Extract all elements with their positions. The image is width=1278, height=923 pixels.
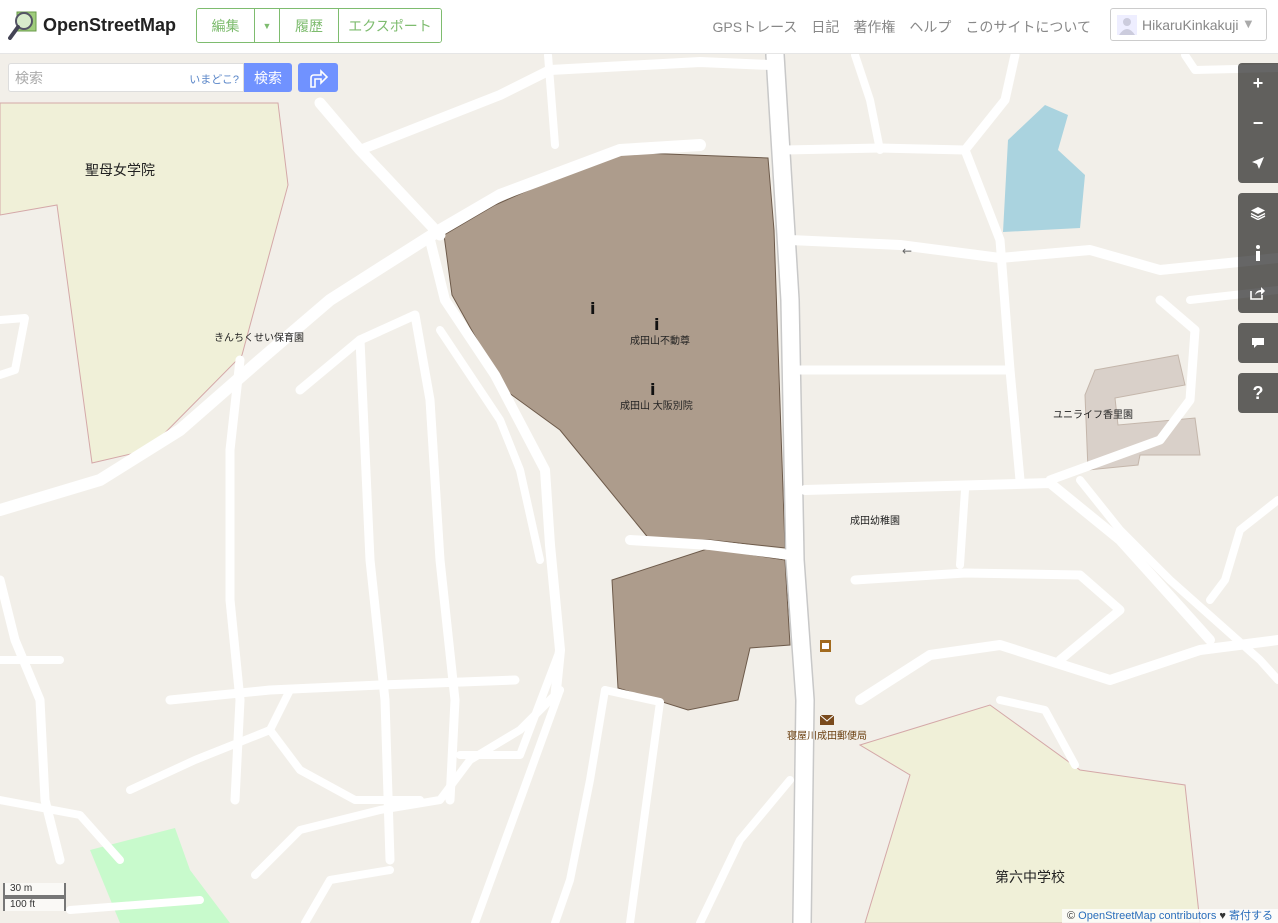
site-name: OpenStreetMap xyxy=(43,14,177,35)
copyright-symbol: © xyxy=(1066,910,1076,922)
layer-controls xyxy=(1238,193,1278,313)
label-kindergarten: 成田幼稚園 xyxy=(850,514,900,527)
label-school1: 聖母女学院 xyxy=(85,162,155,178)
share-button[interactable] xyxy=(1238,273,1278,313)
chevron-down-icon: ▼ xyxy=(1244,19,1253,30)
scale-imperial: 100 ft xyxy=(3,897,66,911)
layers-button[interactable] xyxy=(1238,193,1278,233)
magnifier-logo-icon xyxy=(8,11,37,40)
map-canvas[interactable]: ← i i i 聖母女学院 きんちくせい保育園 成田山不動尊 成田山 大阪別院 … xyxy=(0,0,1278,923)
search-box: いまどこ? xyxy=(8,63,244,92)
nav-help[interactable]: ヘルプ xyxy=(909,17,951,37)
info-icon: i xyxy=(650,380,655,399)
zoom-out-button[interactable]: − xyxy=(1238,103,1278,143)
map-key-button[interactable] xyxy=(1238,233,1278,273)
edit-button-group: 編集 ▼ 履歴 エクスポート xyxy=(196,8,442,43)
chevron-down-icon: ▼ xyxy=(262,20,272,31)
info-icon xyxy=(1256,245,1260,261)
location-arrow-icon xyxy=(1252,157,1264,169)
nav-copyright[interactable]: 著作権 xyxy=(853,17,895,37)
share-icon xyxy=(1250,287,1265,300)
header-bar: OpenStreetMap 編集 ▼ 履歴 エクスポート GPSトレース 日記 … xyxy=(0,0,1278,54)
avatar-icon xyxy=(1117,14,1137,35)
nav-diaries[interactable]: 日記 xyxy=(811,17,839,37)
label-temple2: 成田山 大阪別院 xyxy=(620,399,693,412)
label-school2: 第六中学校 xyxy=(995,869,1065,885)
username: HikaruKinkakuji xyxy=(1142,16,1239,33)
attribution: © OpenStreetMap contributors ♥ 寄付する xyxy=(1061,909,1278,923)
locate-button[interactable] xyxy=(1238,143,1278,183)
one-way-arrow: ← xyxy=(902,244,912,258)
edit-dropdown-button[interactable]: ▼ xyxy=(255,9,280,42)
zoom-controls: + − xyxy=(1238,63,1278,183)
edit-button[interactable]: 編集 xyxy=(197,9,255,42)
donate-link[interactable]: 寄付する xyxy=(1229,910,1273,922)
help-button[interactable]: ? xyxy=(1238,373,1278,413)
directions-button[interactable] xyxy=(298,63,338,92)
add-note-button[interactable] xyxy=(1238,323,1278,363)
export-button[interactable]: エクスポート xyxy=(339,9,441,42)
top-nav: GPSトレース 日記 著作権 ヘルプ このサイトについて xyxy=(713,17,1091,37)
nav-gps-traces[interactable]: GPSトレース xyxy=(713,17,798,37)
where-am-i-link[interactable]: いまどこ? xyxy=(189,71,239,87)
label-post-office: 寝屋川成田郵便局 xyxy=(787,729,867,742)
nav-about[interactable]: このサイトについて xyxy=(965,17,1091,37)
search-input[interactable] xyxy=(13,64,197,92)
directions-icon xyxy=(310,68,329,88)
info-icon: i xyxy=(590,299,595,318)
scale-bar: 30 m 100 ft xyxy=(3,883,66,911)
help-controls: ? xyxy=(1238,373,1278,413)
search-button[interactable]: 検索 xyxy=(244,63,292,92)
layers-icon xyxy=(1250,207,1266,220)
zoom-in-button[interactable]: + xyxy=(1238,63,1278,103)
site-logo[interactable]: OpenStreetMap xyxy=(8,9,176,41)
osm-contributors-link[interactable]: OpenStreetMap contributors xyxy=(1078,910,1216,922)
heart-icon: ♥ xyxy=(1219,910,1226,922)
label-temple1: 成田山不動尊 xyxy=(630,334,690,347)
comment-icon xyxy=(1252,338,1264,348)
history-button[interactable]: 履歴 xyxy=(280,9,339,42)
label-nursery: きんちくせい保育園 xyxy=(214,331,304,344)
scale-metric: 30 m xyxy=(3,883,66,897)
phone-icon-inner xyxy=(822,643,829,649)
user-menu-button[interactable]: HikaruKinkakuji ▼ xyxy=(1110,8,1267,41)
info-icon: i xyxy=(654,315,659,334)
note-controls xyxy=(1238,323,1278,363)
label-care-home: ユニライフ香里園 xyxy=(1053,409,1133,421)
